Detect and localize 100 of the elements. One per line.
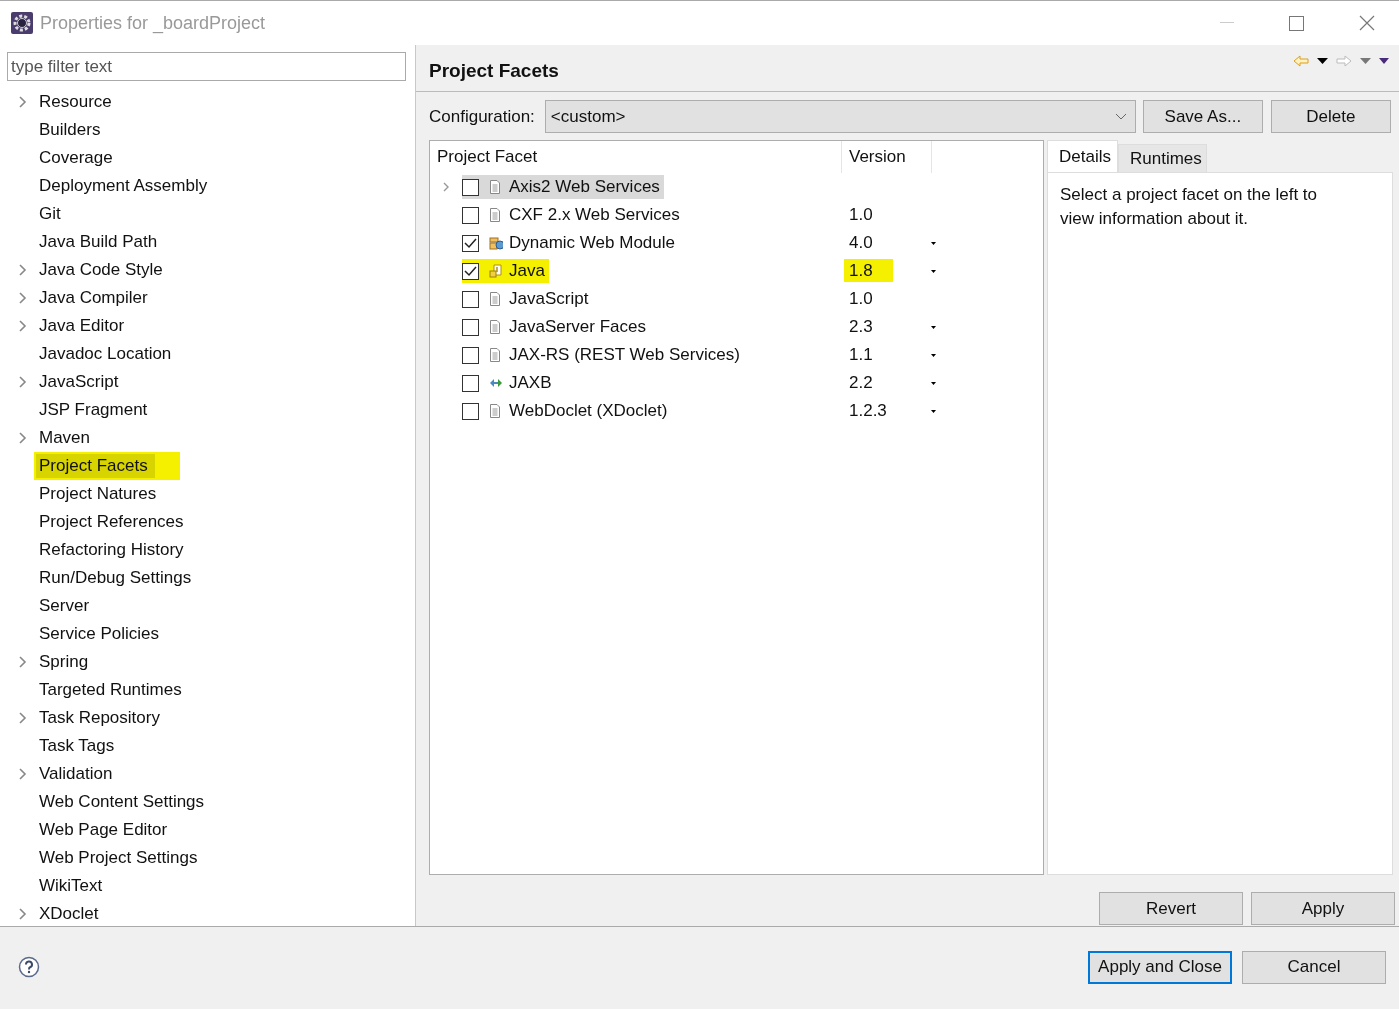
expand-chevron-icon[interactable] (18, 432, 27, 444)
facet-version: 1.0 (849, 204, 873, 226)
facet-version: 1.1 (849, 344, 873, 366)
tree-item[interactable]: Java Build Path (36, 230, 161, 254)
expand-chevron-icon[interactable] (18, 908, 27, 920)
tree-item[interactable]: Java Editor (36, 314, 128, 338)
gear-icon (11, 12, 33, 34)
tree-item[interactable]: Builders (36, 118, 104, 142)
checkbox[interactable] (462, 402, 479, 420)
close-icon[interactable] (1359, 15, 1375, 31)
tree-item[interactable]: Web Content Settings (36, 790, 208, 814)
facet-name[interactable]: JavaServer Faces (509, 317, 646, 337)
tree-item[interactable]: Deployment Assembly (36, 174, 211, 198)
document-icon (489, 180, 503, 194)
dropdown-icon[interactable] (930, 325, 936, 329)
tree-item[interactable]: Refactoring History (36, 538, 187, 562)
tree-item[interactable]: Web Project Settings (36, 846, 201, 870)
apply-button[interactable]: Apply (1251, 892, 1395, 925)
checkbox[interactable] (462, 206, 479, 224)
save-as-button[interactable]: Save As... (1142, 100, 1263, 133)
checkbox[interactable] (462, 178, 479, 196)
tree-item[interactable]: Javadoc Location (36, 342, 175, 366)
page-title: Project Facets (429, 60, 559, 82)
dropdown-icon[interactable] (930, 381, 936, 385)
facet-version: 4.0 (849, 232, 873, 254)
window-title: Properties for _boardProject (40, 12, 266, 34)
tree-item[interactable]: Web Page Editor (36, 818, 171, 842)
tree-item[interactable]: Project References (36, 510, 187, 534)
maximize-icon[interactable] (1289, 15, 1304, 31)
tree-item[interactable]: Coverage (36, 146, 116, 170)
checkbox[interactable] (462, 262, 479, 280)
tree-item[interactable]: JavaScript (36, 370, 122, 394)
details-text: Select a project facet on the left to view information about it. (1060, 185, 1318, 228)
java-library-icon (489, 264, 503, 278)
expand-chevron-icon[interactable] (18, 292, 27, 304)
facet-name[interactable]: Dynamic Web Module (509, 233, 675, 253)
tree-item[interactable]: XDoclet (36, 902, 102, 926)
column-header: Project Facet (430, 141, 842, 173)
facet-version: 1.8 (844, 259, 893, 282)
delete-button[interactable]: Delete (1270, 100, 1391, 133)
dropdown-icon[interactable] (1317, 58, 1328, 64)
tree-item[interactable]: Run/Debug Settings (36, 566, 195, 590)
tree-item[interactable]: Project Facets (36, 454, 178, 478)
tree-item[interactable]: Server (36, 594, 93, 618)
tree-item[interactable]: Validation (36, 762, 116, 786)
configuration-dropdown[interactable]: <custom> (544, 100, 1136, 133)
dropdown-icon[interactable] (930, 269, 936, 273)
expand-chevron-icon[interactable] (442, 182, 450, 192)
filter-field[interactable]: type filter text (7, 52, 406, 81)
document-icon (489, 348, 503, 362)
checkbox[interactable] (462, 318, 479, 336)
tab[interactable]: Runtimes (1117, 144, 1207, 172)
checkbox[interactable] (462, 234, 479, 252)
tree-item[interactable]: Task Tags (36, 734, 118, 758)
web-module-icon (489, 236, 503, 250)
document-icon (489, 320, 503, 334)
tree-item[interactable]: Git (36, 202, 64, 226)
document-icon (489, 404, 503, 418)
facet-name[interactable]: JAXB (509, 373, 552, 393)
checkbox[interactable] (462, 374, 479, 392)
column-header: Version (842, 141, 932, 173)
tree-item[interactable]: Maven (36, 426, 94, 450)
facet-name[interactable]: WebDoclet (XDoclet) (509, 401, 668, 421)
tree-item[interactable]: Resource (36, 90, 115, 114)
chevron-down-icon (1114, 113, 1127, 120)
help-icon[interactable] (18, 956, 40, 978)
facet-version: 1.0 (849, 288, 873, 310)
tree-item[interactable]: WikiText (36, 874, 106, 898)
document-icon (489, 292, 503, 306)
dropdown-icon[interactable] (930, 353, 936, 357)
revert-button[interactable]: Revert (1099, 892, 1243, 925)
checkbox[interactable] (462, 290, 479, 308)
expand-chevron-icon[interactable] (18, 96, 27, 108)
cancel-button[interactable]: Cancel (1242, 950, 1386, 984)
tree-item[interactable]: Spring (36, 650, 92, 674)
expand-chevron-icon[interactable] (18, 712, 27, 724)
tree-item[interactable]: Task Repository (36, 706, 163, 730)
document-icon (489, 208, 503, 222)
tab[interactable]: Details (1047, 140, 1118, 172)
checkbox[interactable] (462, 346, 479, 364)
facet-version: 1.2.3 (849, 400, 887, 422)
facet-name[interactable]: JavaScript (509, 289, 589, 309)
tree-item[interactable]: Project Natures (36, 482, 160, 506)
facet-name[interactable]: JAX-RS (REST Web Services) (509, 345, 740, 365)
dropdown-icon[interactable] (930, 241, 936, 245)
tree-item[interactable]: Service Policies (36, 622, 162, 646)
tree-item[interactable]: Java Code Style (36, 258, 166, 282)
expand-chevron-icon[interactable] (18, 320, 27, 332)
tree-item[interactable]: JSP Fragment (36, 398, 151, 422)
expand-chevron-icon[interactable] (18, 768, 27, 780)
expand-chevron-icon[interactable] (18, 656, 27, 668)
expand-chevron-icon[interactable] (18, 264, 27, 276)
tree-item[interactable]: Targeted Runtimes (36, 678, 185, 702)
expand-chevron-icon[interactable] (18, 376, 27, 388)
dropdown-icon[interactable] (930, 409, 936, 413)
apply-and-close-button[interactable]: Apply and Close (1088, 950, 1232, 984)
facet-version: 2.3 (849, 316, 873, 338)
facet-name[interactable]: CXF 2.x Web Services (509, 205, 680, 225)
view-menu-icon[interactable] (1379, 58, 1389, 64)
tree-item[interactable]: Java Compiler (36, 286, 151, 310)
